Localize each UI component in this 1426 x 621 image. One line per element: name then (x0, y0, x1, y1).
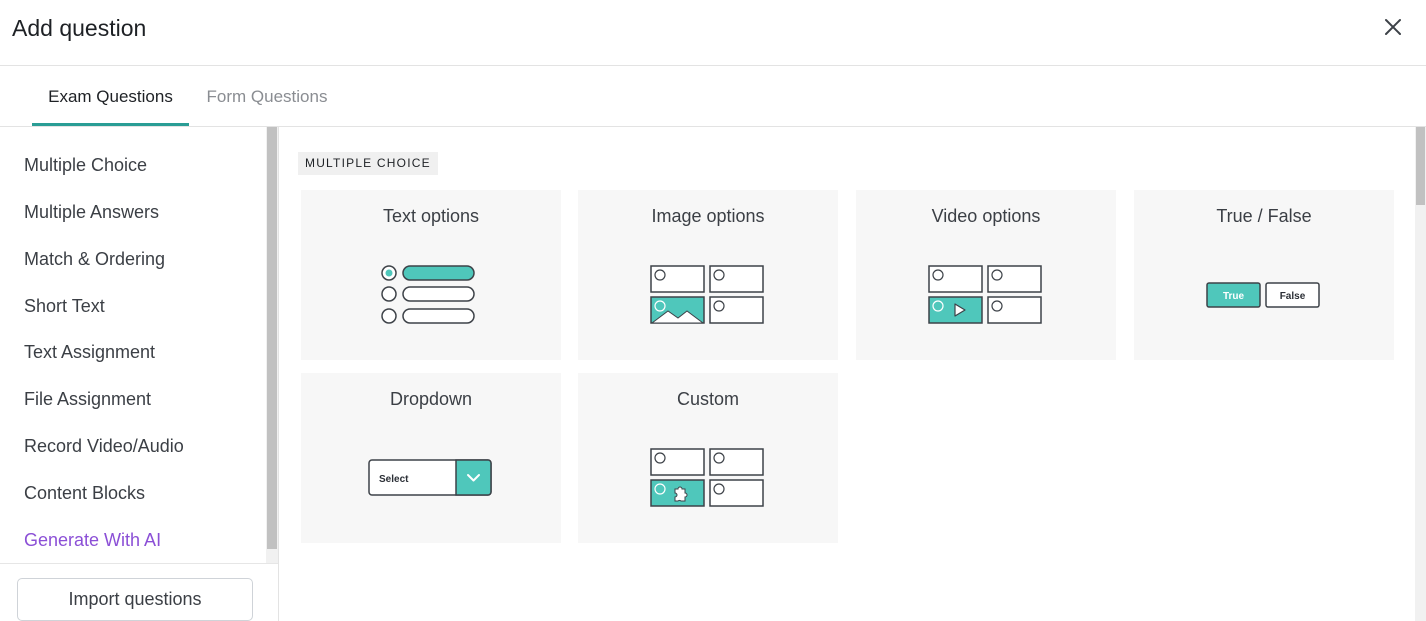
image-options-illustration (578, 250, 838, 330)
card-title: Video options (931, 206, 1041, 226)
card-title: Text options (382, 206, 480, 226)
true-label: True (1223, 291, 1245, 302)
sidebar-item-short-text[interactable]: Short Text (24, 296, 105, 317)
section-label: MULTIPLE CHOICE (298, 152, 438, 175)
sidebar-item-text-assignment[interactable]: Text Assignment (24, 342, 155, 363)
sidebar-item-content-blocks[interactable]: Content Blocks (24, 483, 145, 504)
close-icon[interactable] (1380, 14, 1406, 40)
card-true-false[interactable]: True / False True False (1134, 190, 1394, 360)
sidebar-item-generate-with-ai[interactable]: Generate With AI (24, 530, 161, 551)
question-tabs: Exam Questions Form Questions (0, 66, 1426, 127)
sidebar-item-record-video-audio[interactable]: Record Video/Audio (24, 436, 184, 457)
select-label: Select (379, 474, 409, 485)
card-text-options[interactable]: Text options (301, 190, 561, 360)
sidebar-item-match-ordering[interactable]: Match & Ordering (24, 249, 165, 270)
tab-exam-questions[interactable]: Exam Questions (32, 66, 189, 126)
card-dropdown[interactable]: Dropdown Select (301, 373, 561, 543)
card-video-options[interactable]: Video options (856, 190, 1116, 360)
custom-illustration (578, 433, 838, 513)
true-false-illustration: True False (1134, 250, 1394, 330)
card-custom[interactable]: Custom (578, 373, 838, 543)
card-title: Dropdown (389, 389, 473, 409)
sidebar-item-file-assignment[interactable]: File Assignment (24, 389, 151, 410)
text-options-illustration (301, 250, 561, 330)
tab-form-questions[interactable]: Form Questions (189, 66, 345, 126)
sidebar-footer: Import questions (0, 563, 278, 621)
sidebar-list: Multiple Choice Multiple Answers Match &… (0, 127, 266, 563)
dialog-title: Add question (12, 15, 147, 41)
card-title: Image options (651, 206, 765, 226)
main-scrollbar-thumb[interactable] (1416, 127, 1425, 205)
false-label: False (1280, 291, 1306, 302)
sidebar-item-multiple-answers[interactable]: Multiple Answers (24, 202, 159, 223)
question-type-sidebar: Multiple Choice Multiple Answers Match &… (0, 127, 279, 621)
card-image-options[interactable]: Image options (578, 190, 838, 360)
video-options-illustration (856, 250, 1116, 330)
card-title: True / False (1216, 206, 1312, 226)
import-questions-button[interactable]: Import questions (17, 578, 253, 621)
sidebar-item-multiple-choice[interactable]: Multiple Choice (24, 155, 147, 176)
dialog-header: Add question (0, 0, 1426, 66)
sidebar-scrollbar-thumb[interactable] (267, 127, 277, 549)
question-type-grid: MULTIPLE CHOICE Text options Image optio… (279, 127, 1415, 621)
card-title: Custom (676, 389, 739, 409)
dropdown-illustration: Select (301, 433, 561, 513)
